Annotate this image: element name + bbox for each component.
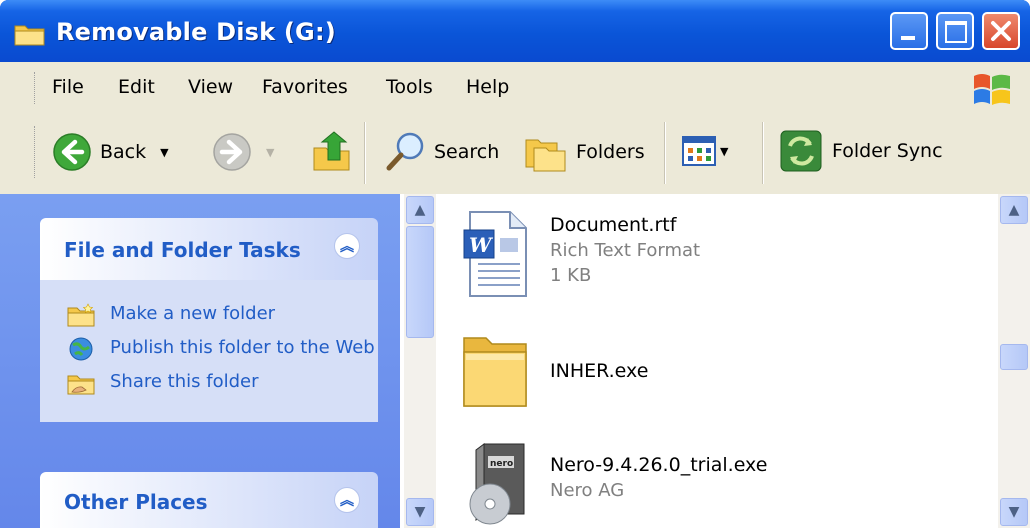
panel-title: File and Folder Tasks: [64, 238, 301, 262]
scroll-down-arrow-icon[interactable]: ▼: [406, 498, 434, 526]
toolbar-separator: [364, 122, 366, 184]
panel-title: Other Places: [64, 490, 208, 514]
forward-button[interactable]: ▼: [212, 132, 274, 172]
panel-header[interactable]: File and Folder Tasks ︽: [40, 218, 378, 280]
views-button[interactable]: ▼: [682, 136, 728, 166]
svg-text:W: W: [469, 233, 494, 257]
views-dropdown-icon[interactable]: ▼: [720, 145, 728, 158]
task-make-new-folder[interactable]: Make a new folder: [40, 298, 378, 332]
back-button[interactable]: Back ▼: [52, 132, 169, 172]
scroll-up-arrow-icon[interactable]: ▲: [1000, 196, 1028, 224]
task-label: Make a new folder: [110, 303, 276, 324]
collapse-chevron-icon[interactable]: ︽: [334, 233, 360, 259]
menu-grip: [34, 72, 38, 104]
toolbar-separator: [664, 122, 666, 184]
forward-dropdown-icon[interactable]: ▼: [266, 146, 274, 159]
task-publish-folder[interactable]: Publish this folder to the Web: [40, 332, 378, 366]
file-name: INHER.exe: [550, 360, 649, 382]
task-share-folder[interactable]: Share this folder: [40, 366, 378, 400]
minimize-button[interactable]: [890, 12, 928, 50]
menu-favorites[interactable]: Favorites: [262, 76, 348, 98]
views-icon: [682, 136, 716, 166]
task-pane: File and Folder Tasks ︽ Make a new folde…: [0, 194, 400, 528]
toolbar: Back ▼ ▼ Search Folders ▼ Folder Sync: [0, 112, 1030, 195]
folder-sync-button[interactable]: Folder Sync: [778, 128, 943, 174]
file-name: Document.rtf: [550, 214, 677, 236]
scroll-thumb[interactable]: [1000, 344, 1028, 370]
folders-icon: [525, 139, 566, 172]
close-icon: [991, 21, 1011, 41]
publish-web-icon: [69, 337, 93, 361]
menu-bar: File Edit View Favorites Tools Help: [0, 62, 1030, 113]
close-button[interactable]: [982, 12, 1020, 50]
new-folder-icon: [67, 303, 95, 327]
folders-button[interactable]: Folders: [522, 130, 645, 174]
collapse-chevron-icon[interactable]: ︽: [334, 487, 360, 513]
file-type: Rich Text Format: [550, 240, 701, 261]
window-title: Removable Disk (G:): [56, 18, 336, 46]
up-folder-icon: [313, 131, 350, 171]
scroll-thumb[interactable]: [406, 226, 434, 338]
folder-sync-icon: [780, 130, 822, 172]
svg-text:nero: nero: [490, 459, 513, 469]
task-label: Share this folder: [110, 371, 259, 392]
maximize-button[interactable]: [936, 12, 974, 50]
toolbar-grip: [34, 126, 38, 178]
task-label: Publish this folder to the Web: [110, 337, 375, 358]
toolbar-separator: [762, 122, 764, 184]
menu-tools[interactable]: Tools: [386, 76, 433, 98]
left-scrollbar[interactable]: ▲ ▼: [404, 194, 436, 528]
title-bar[interactable]: Removable Disk (G:): [0, 0, 1030, 62]
folders-label: Folders: [576, 141, 645, 163]
nero-setup-icon: nero: [469, 443, 525, 525]
search-icon: [386, 132, 424, 171]
explorer-window: Removable Disk (G:) File Edit View Favor…: [0, 0, 1030, 528]
file-name: Nero-9.4.26.0_trial.exe: [550, 454, 768, 476]
file-folder-tasks-panel: File and Folder Tasks ︽ Make a new folde…: [40, 218, 378, 422]
back-arrow-icon: [53, 133, 91, 171]
forward-arrow-icon: [213, 133, 251, 171]
content-area: File and Folder Tasks ︽ Make a new folde…: [0, 194, 1030, 528]
folder-icon: [463, 337, 527, 407]
back-label: Back: [100, 141, 147, 163]
search-button[interactable]: Search: [384, 130, 499, 174]
file-company: Nero AG: [550, 480, 625, 501]
up-folder-button[interactable]: [310, 130, 354, 174]
file-size: 1 KB: [550, 265, 592, 286]
folder-sync-label: Folder Sync: [832, 140, 943, 162]
menu-view[interactable]: View: [188, 76, 233, 98]
panel-header[interactable]: Other Places ︽: [40, 472, 378, 528]
share-folder-icon: [67, 375, 95, 395]
menu-edit[interactable]: Edit: [118, 76, 155, 98]
search-label: Search: [434, 141, 500, 163]
drive-folder-icon: [14, 25, 45, 46]
other-places-panel: Other Places ︽: [40, 472, 378, 528]
menu-help[interactable]: Help: [466, 76, 509, 98]
scroll-down-arrow-icon[interactable]: ▼: [1000, 498, 1028, 526]
panel-body: Make a new folder Publish this folder to…: [40, 280, 378, 422]
back-dropdown-icon[interactable]: ▼: [160, 146, 168, 159]
word-document-icon: W: [463, 211, 527, 297]
windows-logo-icon: [974, 74, 1010, 105]
scroll-up-arrow-icon[interactable]: ▲: [406, 196, 434, 224]
menu-file[interactable]: File: [52, 76, 84, 98]
right-scrollbar[interactable]: ▲ ▼: [998, 194, 1030, 528]
